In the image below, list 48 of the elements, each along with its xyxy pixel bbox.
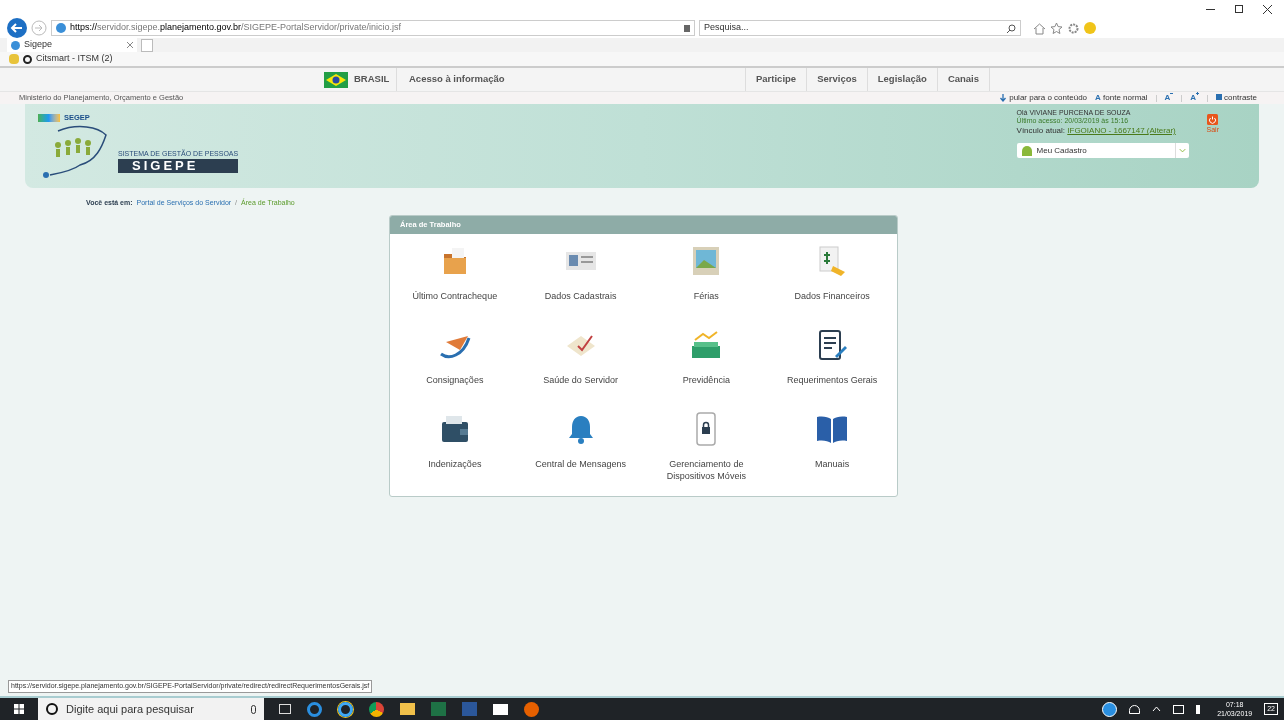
minus-icon [1170, 92, 1174, 95]
decrease-font-button[interactable]: A [1164, 92, 1174, 104]
nav-link[interactable]: Legislação [866, 68, 937, 91]
workspace-link[interactable]: Indenizações [399, 457, 510, 470]
profile-dropdown[interactable]: Meu Cadastro [1016, 143, 1189, 158]
restore-icon[interactable] [1235, 5, 1243, 13]
address-bar[interactable]: https://servidor.sigepe.planejamento.gov.br/SIGEPE-PortalServidor/private/inicio.jsf [51, 20, 695, 36]
power-icon[interactable] [1207, 114, 1219, 125]
back-icon[interactable] [7, 18, 27, 38]
increase-font-button[interactable]: A [1190, 92, 1200, 104]
current-link: Vínculo atual: IFGOIANO - 1667147 (Alterar) [1016, 125, 1177, 137]
workspace-link[interactable]: Consignações [399, 373, 510, 386]
arrow-down-icon [1000, 94, 1007, 102]
country-link[interactable]: BRASIL [354, 72, 390, 87]
workspace-link[interactable]: Dados Financeiros [777, 289, 888, 302]
nav-link[interactable]: Participe [745, 68, 807, 91]
workspace-link[interactable]: Dados Cadastrais [525, 289, 636, 302]
contrast-link[interactable]: contraste [1216, 92, 1257, 104]
url-text: https://servidor.sigepe.planejamento.gov.br/SIGEPE-PortalServidor/private/inicio.jsf [70, 21, 402, 35]
workspace-link[interactable]: Previdência [651, 373, 762, 386]
skip-link[interactable]: pular para o conteúdo [1009, 92, 1088, 104]
sigepe-logo: SIGEPE [118, 159, 239, 174]
home-icon[interactable] [1033, 21, 1046, 35]
nav-link[interactable]: Canais [936, 68, 990, 91]
workspace-link[interactable]: Manuais [777, 457, 888, 470]
chevron-down-icon [1174, 143, 1189, 158]
workspace-link[interactable]: Gerenciamento de Dispositivos Móveis [651, 457, 762, 482]
task-view-icon[interactable] [279, 704, 291, 714]
star-icon[interactable] [1050, 21, 1063, 35]
nav-link[interactable]: Serviços [806, 68, 867, 91]
workspace-link[interactable]: Central de Mensagens [525, 457, 636, 470]
favorite-link[interactable]: Citsmart - ITSM (2) [23, 52, 113, 66]
workspace-link[interactable]: Requerimentos Gerais [777, 373, 888, 386]
workspace-link[interactable]: Férias [651, 289, 762, 302]
normal-font-link[interactable]: A fonte normal [1095, 92, 1148, 104]
browser-tab[interactable]: Sigepe [7, 38, 137, 52]
minimize-icon[interactable] [1206, 8, 1215, 10]
chevron-up-icon[interactable] [1152, 706, 1162, 712]
workspace-link[interactable]: Último Contracheque [399, 289, 510, 302]
access-link[interactable]: Acesso à informação [396, 68, 745, 91]
flag-icon [324, 71, 348, 88]
person-icon [1021, 145, 1032, 156]
plus-icon [1196, 92, 1200, 95]
search-icon [1007, 23, 1016, 33]
close-icon[interactable] [1263, 4, 1272, 14]
workspace-link[interactable]: Saúde do Servidor [525, 373, 636, 386]
browser-search-field[interactable]: Pesquisa... [699, 20, 1021, 36]
taskbar-search-field[interactable]: Digite aqui para pesquisar [38, 698, 264, 720]
